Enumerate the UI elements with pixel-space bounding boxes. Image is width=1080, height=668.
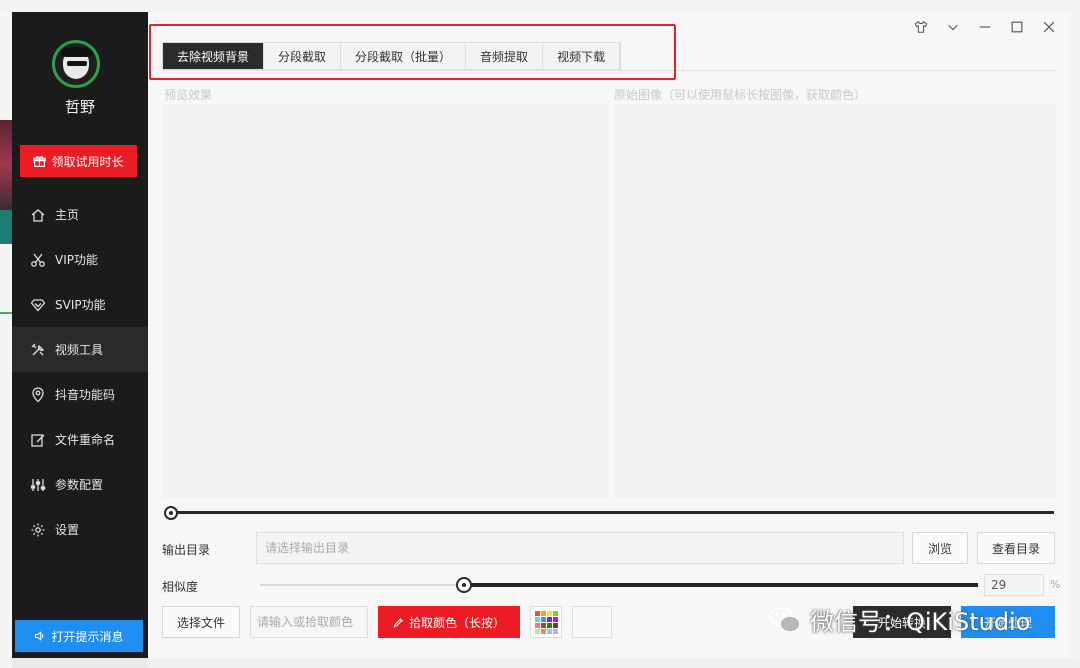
original-image-label: 原始图像（可以使用鼠标长按图像，获取颜色） — [614, 88, 867, 102]
original-image-panel[interactable] — [614, 104, 1056, 498]
pick-color-button[interactable]: 拾取颜色（长按） — [378, 606, 520, 638]
gift-icon — [33, 155, 47, 167]
window-controls — [912, 18, 1058, 36]
desktop-background-right — [1068, 12, 1080, 658]
sidebar-item-vip[interactable]: VIP功能 — [12, 237, 148, 282]
sidebar-item-params[interactable]: 参数配置 — [12, 462, 148, 507]
desktop-background-top — [0, 0, 1080, 12]
scissors-icon — [31, 253, 45, 267]
background-thumbnail — [0, 210, 12, 244]
diamond-icon — [30, 298, 46, 311]
similarity-slider-track-right — [464, 583, 978, 587]
close-icon — [1043, 21, 1055, 33]
view-directory-button[interactable]: 查看目录 — [977, 532, 1055, 564]
sidebar-nav: 主页 VIP功能 SVIP功能 视频工具 抖音功能码 文件重命名 参数配置 设置 — [12, 192, 148, 552]
sidebar-item-home[interactable]: 主页 — [12, 192, 148, 237]
color-preview — [572, 606, 612, 638]
timeline-track — [172, 511, 1054, 514]
dropdown-button[interactable] — [944, 18, 962, 36]
similarity-unit: % — [1050, 578, 1061, 591]
preview-label: 预览效果 — [164, 88, 213, 102]
avatar-glasses — [67, 61, 87, 66]
username: 哲野 — [64, 98, 95, 116]
minimize-icon — [979, 26, 991, 28]
preview-panel — [162, 104, 608, 498]
color-input[interactable] — [250, 606, 368, 638]
main-window: 去除视频背景 分段截取 分段截取（批量） 音频提取 视频下载 预览效果 原始图像… — [148, 12, 1068, 658]
sidebar-item-settings[interactable]: 设置 — [12, 507, 148, 552]
trial-button[interactable]: 领取试用时长 — [20, 145, 137, 177]
open-notifications-button[interactable]: 打开提示消息 — [15, 620, 143, 652]
pick-color-label: 拾取颜色（长按） — [408, 615, 505, 630]
edit-icon — [31, 433, 45, 447]
similarity-slider[interactable] — [260, 577, 978, 593]
chevron-down-icon — [948, 24, 958, 31]
speaker-icon — [35, 631, 44, 641]
watermark-text: 微信号：QiKiStudio — [810, 608, 1031, 636]
sidebar-item-file-rename[interactable]: 文件重命名 — [12, 417, 148, 462]
wechat-icon — [769, 606, 801, 633]
trial-button-label: 领取试用时长 — [51, 154, 124, 169]
sidebar-item-label: 视频工具 — [55, 343, 104, 357]
sidebar-item-label: 主页 — [55, 208, 80, 222]
similarity-label: 相似度 — [162, 580, 199, 594]
color-palette-button[interactable] — [530, 606, 562, 638]
sidebar-item-label: 抖音功能码 — [55, 388, 116, 402]
tshirt-icon — [914, 20, 928, 33]
tab-highlight-annotation — [149, 24, 676, 80]
sidebar-item-label: VIP功能 — [55, 253, 98, 267]
sidebar-item-video-tools[interactable]: 视频工具 — [12, 327, 148, 372]
similarity-value[interactable]: 29 — [984, 574, 1044, 596]
wechat-watermark: 微信号：QiKiStudio — [768, 602, 1030, 637]
timeline-knob[interactable] — [164, 506, 178, 520]
location-pin-icon — [32, 386, 44, 402]
sidebar-item-label: 文件重命名 — [55, 433, 116, 447]
similarity-slider-knob[interactable] — [456, 577, 472, 593]
home-icon — [31, 208, 45, 222]
maximize-button[interactable] — [1008, 18, 1026, 36]
skin-button[interactable] — [912, 18, 930, 36]
sidebar-item-svip[interactable]: SVIP功能 — [12, 282, 148, 327]
close-button[interactable] — [1040, 18, 1058, 36]
select-file-button[interactable]: 选择文件 — [162, 606, 240, 638]
desktop-background-bottom — [148, 658, 1080, 668]
eyedropper-icon — [393, 617, 403, 627]
avatar[interactable] — [52, 40, 100, 88]
sidebar-item-label: 参数配置 — [55, 478, 104, 492]
output-directory-label: 输出目录 — [162, 543, 211, 557]
avatar-hat — [61, 47, 93, 57]
open-notifications-label: 打开提示消息 — [51, 629, 124, 644]
background-thumbnail — [0, 120, 12, 210]
similarity-slider-track-left — [260, 584, 460, 586]
sliders-icon — [30, 478, 46, 491]
output-directory-input[interactable] — [256, 532, 904, 564]
gear-icon — [31, 523, 45, 536]
sidebar-item-label: 设置 — [55, 523, 80, 537]
background-divider — [0, 312, 12, 314]
minimize-button[interactable] — [976, 18, 994, 36]
sidebar-item-label: SVIP功能 — [55, 298, 106, 312]
video-timeline[interactable] — [164, 506, 1054, 520]
desktop-background-left — [0, 12, 12, 668]
sidebar: 哲野 领取试用时长 主页 VIP功能 SVIP功能 视频工具 抖音功能码 文件重… — [12, 12, 148, 658]
browse-button[interactable]: 浏览 — [912, 532, 968, 564]
maximize-icon — [1011, 21, 1023, 33]
sidebar-item-douyin-code[interactable]: 抖音功能码 — [12, 372, 148, 417]
tools-icon — [31, 343, 45, 355]
